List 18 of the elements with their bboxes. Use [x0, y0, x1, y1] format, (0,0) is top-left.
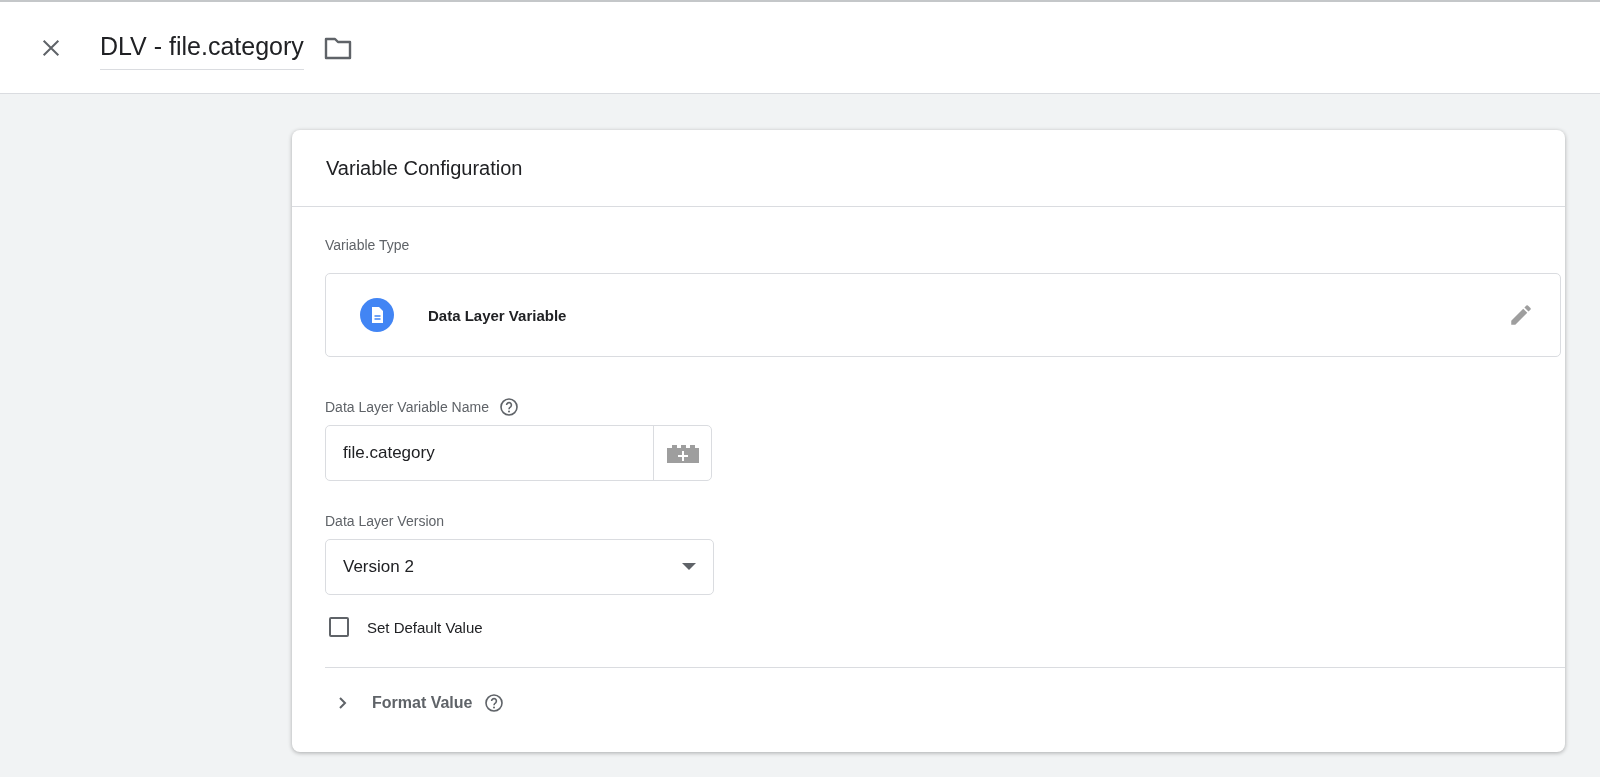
field-label: Data Layer Version	[325, 513, 446, 529]
field-label: Variable Type	[325, 237, 411, 253]
help-icon[interactable]	[484, 693, 505, 713]
title-field[interactable]: DLV - file.category	[100, 25, 304, 70]
card-title: Variable Configuration	[326, 156, 523, 180]
dropdown-arrow-icon	[682, 563, 696, 571]
help-icon[interactable]	[498, 397, 519, 417]
checkbox-label: Set Default Value	[367, 618, 483, 636]
field-label: Data Layer Variable Name	[325, 399, 489, 415]
version-dropdown[interactable]: Version 2	[325, 539, 714, 595]
variable-type-box[interactable]: Data Layer Variable	[325, 273, 1561, 357]
pencil-icon[interactable]	[1508, 302, 1534, 328]
section-title[interactable]: Format Value	[372, 694, 473, 712]
document-icon	[360, 298, 394, 332]
checkbox[interactable]	[329, 617, 349, 637]
variable-type-name: Data Layer Variable	[428, 306, 568, 324]
folder-icon[interactable]	[323, 35, 352, 60]
chevron-icon[interactable]	[338, 696, 348, 710]
